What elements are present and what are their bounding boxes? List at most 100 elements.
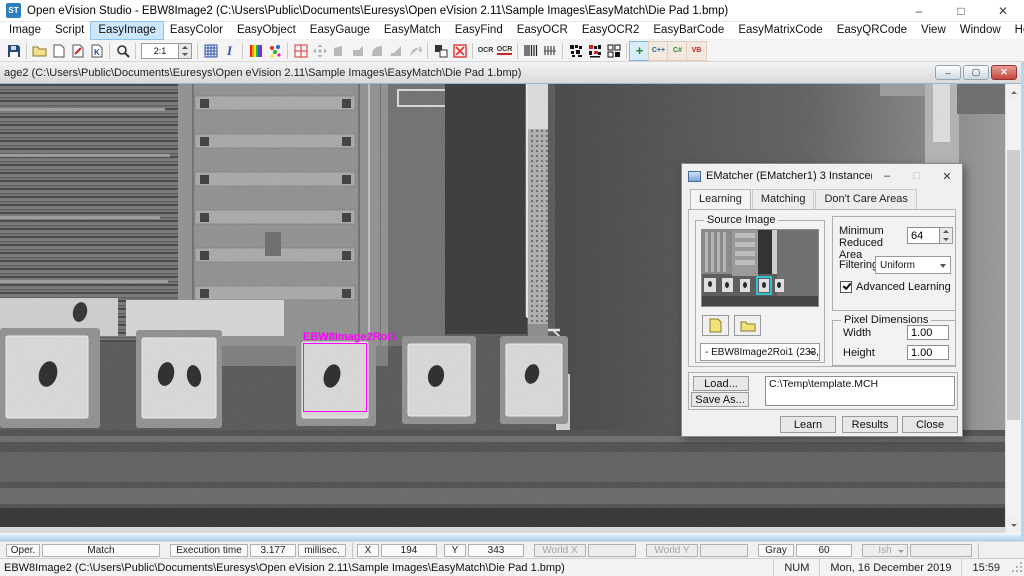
interpolate-icon[interactable]: I bbox=[220, 42, 239, 60]
menu-easyocr2[interactable]: EasyOCR2 bbox=[575, 22, 647, 39]
resize-grip[interactable] bbox=[1010, 559, 1024, 576]
ocr-icon[interactable]: OCR bbox=[476, 42, 495, 60]
status-date: Mon, 16 December 2019 bbox=[819, 559, 961, 576]
roi-box-icon[interactable] bbox=[291, 42, 310, 60]
app-status-bar: EBW8Image2 (C:\Users\Public\Documents\Eu… bbox=[0, 558, 1024, 576]
dialog-close-icon[interactable]: ✕ bbox=[932, 164, 962, 188]
world-x-value bbox=[588, 544, 636, 557]
scrollbar-track[interactable] bbox=[1006, 100, 1021, 517]
learning-params-group: Minimum Reduced Area Filtering Uniform A… bbox=[832, 216, 956, 311]
save-icon[interactable] bbox=[4, 42, 23, 60]
advanced-learning-checkbox[interactable] bbox=[840, 281, 852, 293]
scrollbar-thumb[interactable] bbox=[1007, 150, 1020, 420]
filtering-select[interactable]: Uniform bbox=[875, 256, 951, 274]
grid-icon[interactable] bbox=[201, 42, 220, 60]
status-time: 15:59 bbox=[961, 559, 1010, 576]
zoom-icon[interactable] bbox=[113, 42, 132, 60]
resize-icon[interactable] bbox=[450, 42, 469, 60]
image-window-titlebar[interactable]: age2 (C:\Users\Public\Documents\Euresys\… bbox=[0, 62, 1021, 84]
zoom-ratio-spinner[interactable] bbox=[179, 43, 192, 59]
close-icon[interactable]: ✕ bbox=[982, 0, 1024, 21]
status-filename: EBW8Image2 (C:\Users\Public\Documents\Eu… bbox=[0, 562, 773, 574]
edit-script-icon[interactable] bbox=[68, 42, 87, 60]
barcode-icon[interactable] bbox=[521, 42, 540, 60]
lut-palette-icon[interactable] bbox=[246, 42, 265, 60]
height-label: Height bbox=[843, 347, 875, 359]
menu-view[interactable]: View bbox=[914, 22, 953, 39]
dialog-maximize-icon[interactable]: □ bbox=[902, 164, 932, 188]
tab-matching[interactable]: Matching bbox=[752, 189, 815, 209]
source-image-thumbnail[interactable] bbox=[701, 229, 819, 307]
menu-image[interactable]: Image bbox=[2, 22, 48, 39]
menu-easycolor[interactable]: EasyColor bbox=[163, 22, 230, 39]
close-button[interactable]: Close bbox=[902, 416, 958, 433]
min-reduced-area-input[interactable] bbox=[907, 227, 940, 244]
add-instance-icon[interactable]: + bbox=[630, 42, 649, 60]
color-dots-icon[interactable] bbox=[265, 42, 284, 60]
maximize-icon[interactable]: □ bbox=[940, 0, 982, 21]
load-button[interactable]: Load... bbox=[693, 376, 749, 391]
qrcode-icon[interactable] bbox=[604, 42, 623, 60]
barcode-reader-icon[interactable] bbox=[540, 42, 559, 60]
status-separator bbox=[978, 543, 979, 558]
menu-easybarcode[interactable]: EasyBarCode bbox=[646, 22, 731, 39]
results-button[interactable]: Results bbox=[842, 416, 898, 433]
menu-window[interactable]: Window bbox=[953, 22, 1008, 39]
menu-easyocr[interactable]: EasyOCR bbox=[510, 22, 575, 39]
roi-rectangle[interactable] bbox=[303, 343, 367, 412]
rotate-b-icon bbox=[348, 42, 367, 60]
dialog-titlebar[interactable]: EMatcher (EMatcher1) 3 Instance(s) F... … bbox=[682, 164, 962, 188]
toolbar-separator bbox=[26, 43, 27, 59]
cpp-code-icon[interactable]: C++ bbox=[649, 42, 668, 60]
roi-select[interactable]: - EBW8Image2Roi1 (233, bbox=[700, 343, 820, 361]
menu-easyimage[interactable]: EasyImage bbox=[91, 22, 163, 39]
filtering-value: Uniform bbox=[880, 260, 915, 271]
height-input[interactable] bbox=[907, 345, 949, 360]
execution-time-value: 3.177 bbox=[250, 544, 296, 557]
tab-learning[interactable]: Learning bbox=[690, 189, 751, 209]
menu-easymatch[interactable]: EasyMatch bbox=[377, 22, 448, 39]
menu-help[interactable]: Help bbox=[1008, 22, 1024, 39]
new-template-button[interactable] bbox=[702, 315, 729, 336]
dialog-tabs: Learning Matching Don't Care Areas bbox=[682, 189, 962, 209]
tab-dont-care-areas[interactable]: Don't Care Areas bbox=[815, 189, 916, 209]
template-path[interactable]: C:\Temp\template.MCH bbox=[765, 376, 955, 406]
vertical-scrollbar[interactable] bbox=[1005, 84, 1021, 533]
zoom-ratio-select[interactable]: 2:1 bbox=[141, 43, 192, 59]
learn-button[interactable]: Learn bbox=[780, 416, 836, 433]
menu-easygauge[interactable]: EasyGauge bbox=[303, 22, 377, 39]
open-icon[interactable] bbox=[30, 42, 49, 60]
open-template-button[interactable] bbox=[734, 315, 761, 336]
execution-time-label: Execution time bbox=[170, 544, 248, 557]
source-image-group: Source Image bbox=[695, 220, 825, 363]
ish-select: Ish bbox=[862, 544, 908, 557]
matrixcode2-icon[interactable] bbox=[585, 42, 604, 60]
menu-easymatrixcode[interactable]: EasyMatrixCode bbox=[731, 22, 829, 39]
vb-code-icon[interactable]: VB bbox=[687, 42, 706, 60]
dialog-minimize-icon[interactable]: – bbox=[872, 164, 902, 188]
kernel-icon[interactable]: K bbox=[87, 42, 106, 60]
scroll-down-icon[interactable] bbox=[1006, 517, 1021, 533]
menu-easyqrcode[interactable]: EasyQRCode bbox=[830, 22, 914, 39]
child-close-icon[interactable]: ✕ bbox=[991, 65, 1017, 80]
min-reduced-area-spinner[interactable] bbox=[940, 227, 953, 244]
app-logo-icon: ST bbox=[6, 3, 21, 18]
toolbar-separator bbox=[626, 43, 627, 59]
menu-script[interactable]: Script bbox=[48, 22, 91, 39]
minimize-icon[interactable]: – bbox=[898, 0, 940, 21]
child-minimize-icon[interactable]: – bbox=[935, 65, 961, 80]
width-input[interactable] bbox=[907, 325, 949, 340]
matrixcode-icon[interactable] bbox=[566, 42, 585, 60]
csharp-code-icon[interactable]: C# bbox=[668, 42, 687, 60]
new-image-icon[interactable] bbox=[49, 42, 68, 60]
menu-easyobject[interactable]: EasyObject bbox=[230, 22, 303, 39]
save-as-button[interactable]: Save As... bbox=[691, 392, 749, 407]
scroll-up-icon[interactable] bbox=[1006, 84, 1021, 100]
copy-squares-icon[interactable] bbox=[431, 42, 450, 60]
source-image-caption: Source Image bbox=[704, 214, 778, 226]
menu-easyfind[interactable]: EasyFind bbox=[448, 22, 510, 39]
pixel-dimensions-group: Pixel Dimensions Width Height bbox=[832, 320, 956, 366]
ocr2-icon[interactable]: OCR bbox=[495, 42, 514, 60]
zoom-ratio-value[interactable]: 2:1 bbox=[141, 43, 179, 59]
child-restore-icon[interactable]: ▢ bbox=[963, 65, 989, 80]
